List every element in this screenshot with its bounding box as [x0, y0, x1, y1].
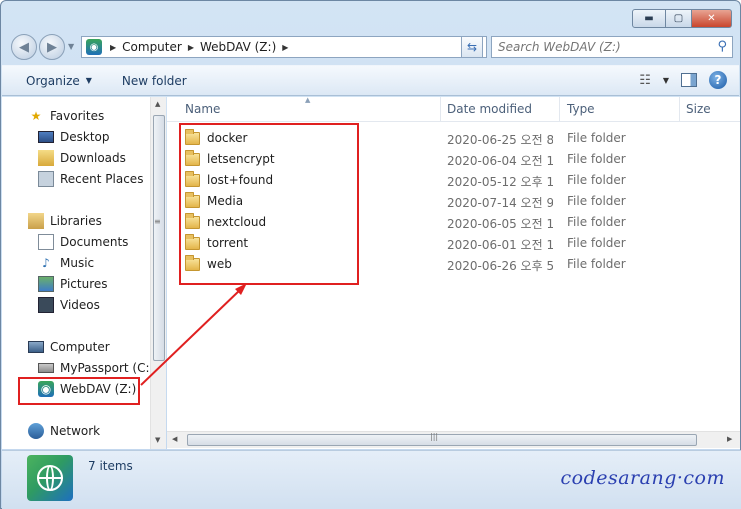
details-pane: 7 items codesarang·com [2, 450, 741, 509]
annotation-arrow [140, 283, 247, 386]
webdav-globe-icon [27, 455, 73, 501]
annotation-arrow-line [140, 288, 242, 386]
explorer-window: ▬ ▢ ✕ ◀ ▶ ▼ ◉ ▶ Computer ▶ WebDAV (Z:) ▶… [0, 0, 741, 509]
watermark: codesarang·com [560, 467, 725, 489]
item-count: 7 items [88, 459, 133, 473]
